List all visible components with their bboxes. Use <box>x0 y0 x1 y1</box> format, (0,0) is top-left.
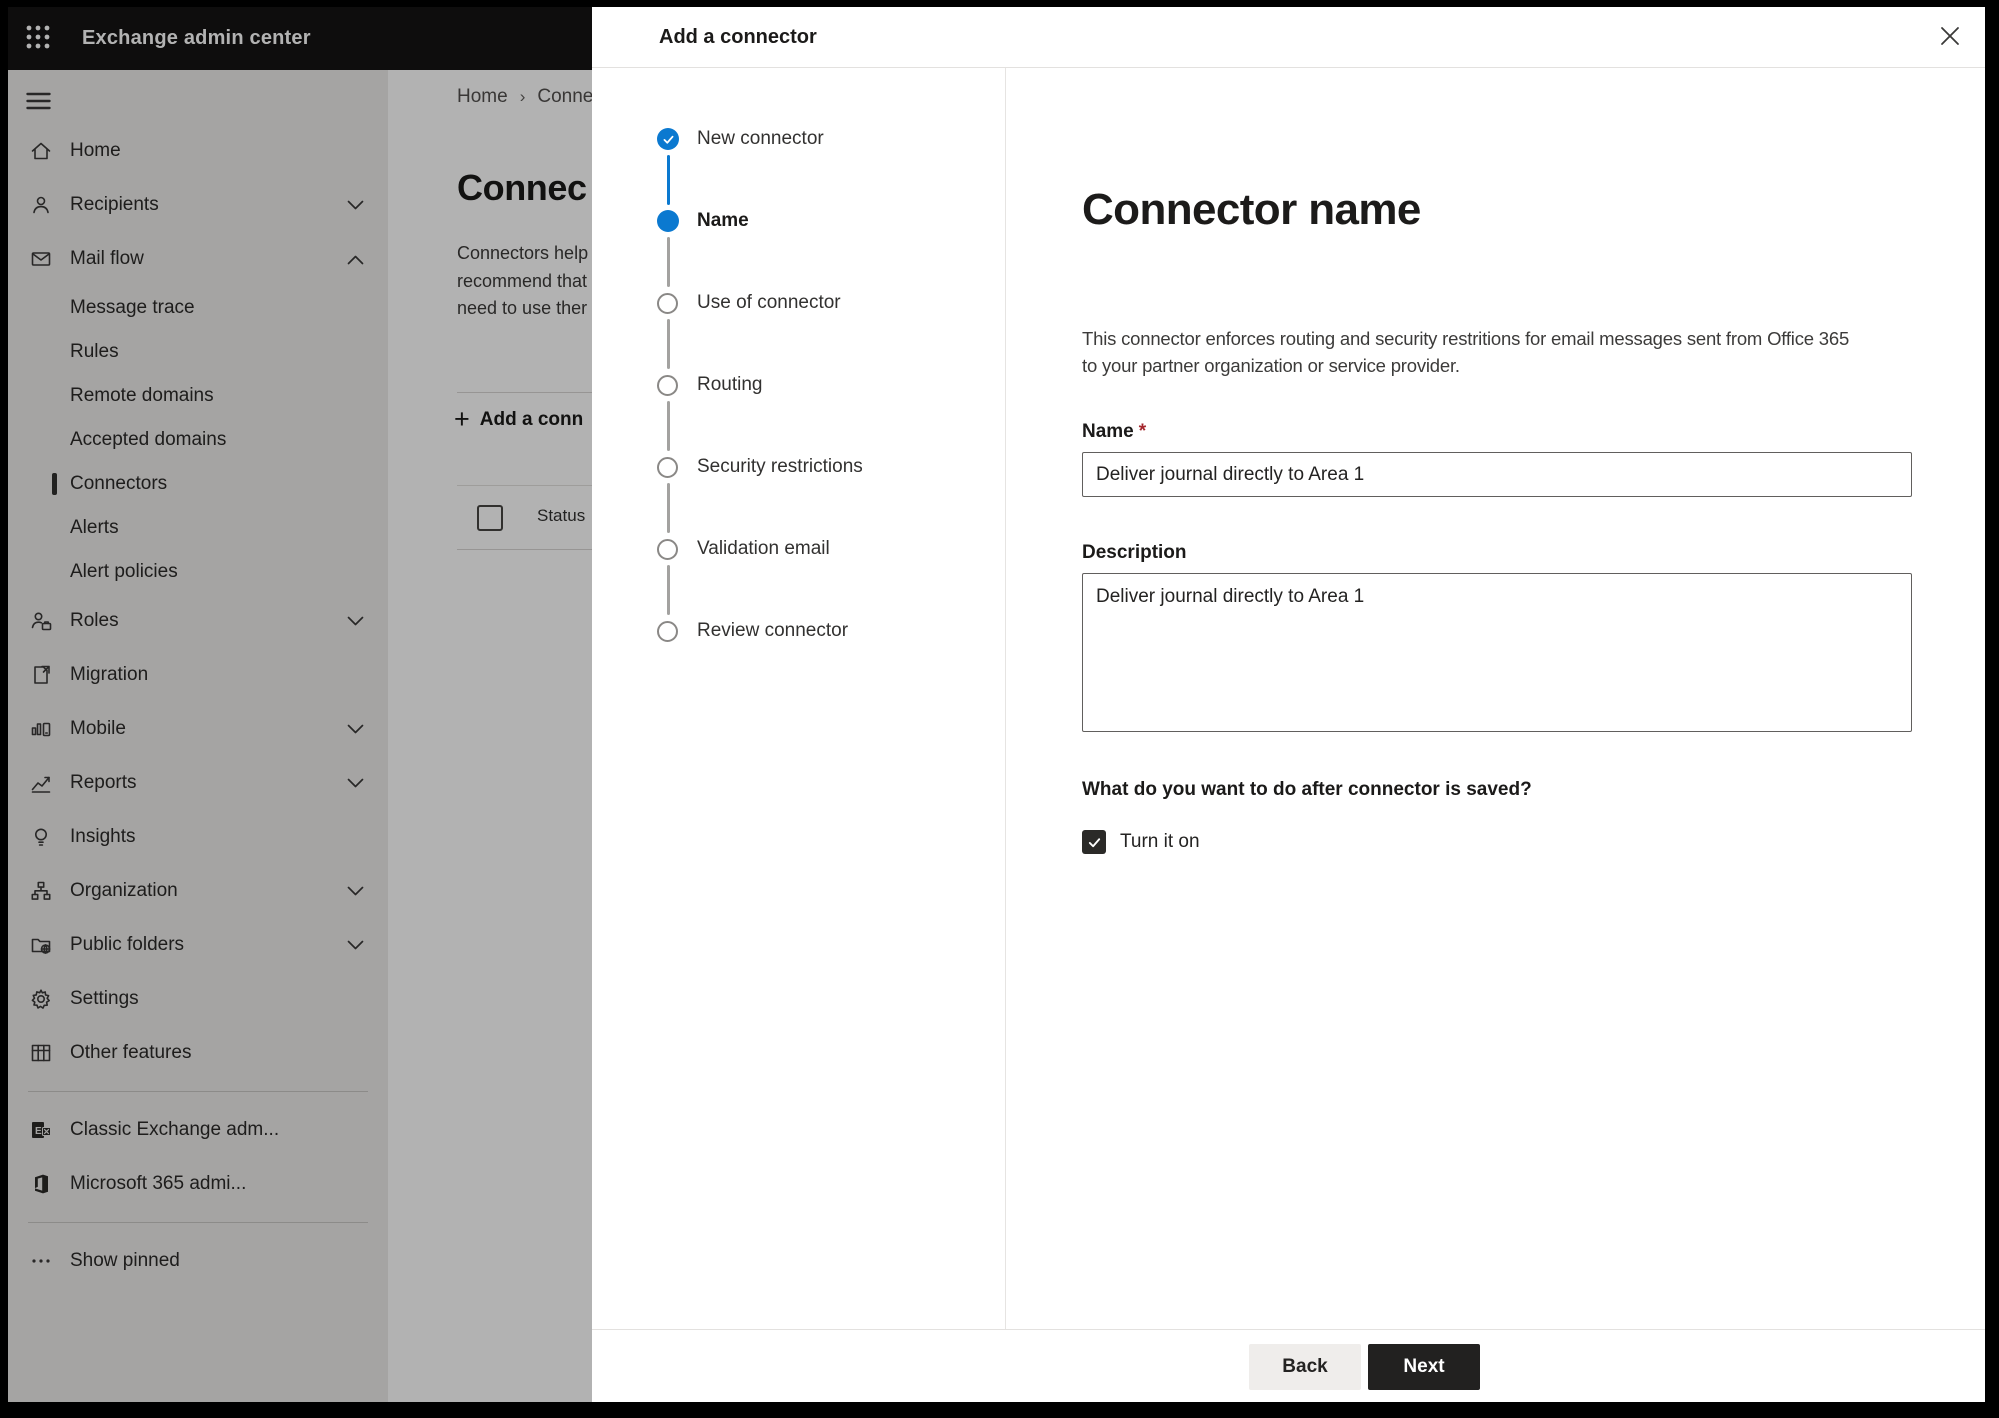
app-window: Exchange admin center Home Recipients Mail… <box>8 7 1985 1402</box>
step-connector-line <box>667 237 670 287</box>
close-icon <box>1939 25 1961 50</box>
step-label: New connector <box>697 128 824 149</box>
step-label: Name <box>697 210 749 231</box>
step-connector-line <box>667 155 670 205</box>
step-heading: Connector name <box>1082 185 1421 234</box>
step-connector-line <box>667 319 670 369</box>
step-upcoming-icon <box>657 292 678 314</box>
wizard-step-use-of-connector: Use of connector <box>592 283 841 323</box>
wizard-step-new-connector: New connector <box>592 119 824 159</box>
close-button[interactable] <box>1931 18 1969 56</box>
step-upcoming-icon <box>657 538 678 560</box>
step-label: Use of connector <box>697 292 841 313</box>
description-field-label: Description <box>1082 542 1187 563</box>
next-button[interactable]: Next <box>1368 1344 1480 1390</box>
step-description: This connector enforces routing and secu… <box>1082 328 1850 376</box>
add-connector-dialog: Add a connector New connector Name Use of … <box>592 7 1985 1402</box>
dialog-header: Add a connector <box>592 7 1985 68</box>
step-label: Review connector <box>697 620 849 641</box>
step-label: Routing <box>697 374 763 395</box>
wizard-step-routing: Routing <box>592 365 763 405</box>
checked-checkbox-icon[interactable] <box>1082 830 1106 854</box>
after-save-question: What do you want to do after connector i… <box>1082 779 1532 800</box>
turn-it-on-checkbox-row[interactable]: Turn it on <box>1082 830 1925 854</box>
back-button[interactable]: Back <box>1249 1344 1361 1390</box>
step-content-panel: Connector name This connector enforces r… <box>1006 68 1985 1329</box>
wizard-step-name: Name <box>592 201 749 241</box>
step-upcoming-icon <box>657 374 678 396</box>
step-connector-line <box>667 483 670 533</box>
step-label: Security restrictions <box>697 456 863 477</box>
turn-it-on-label: Turn it on <box>1120 831 1200 852</box>
step-current-icon <box>657 210 679 232</box>
wizard-steps: New connector Name Use of connector Routing… <box>592 68 1006 1329</box>
wizard-step-validation-email: Validation email <box>592 529 830 569</box>
required-asterisk: * <box>1138 421 1147 442</box>
name-field-label: Name * <box>1082 421 1147 442</box>
step-connector-line <box>667 565 670 615</box>
wizard-step-review-connector: Review connector <box>592 611 848 651</box>
connector-name-input[interactable] <box>1082 452 1912 497</box>
wizard-step-security-restrictions: Security restrictions <box>592 447 863 487</box>
dialog-body: New connector Name Use of connector Routing… <box>592 68 1985 1329</box>
step-connector-line <box>667 401 670 451</box>
dialog-footer: Back Next <box>592 1329 1985 1402</box>
step-completed-icon <box>657 128 679 150</box>
step-upcoming-icon <box>657 620 678 642</box>
step-label: Validation email <box>697 538 830 559</box>
dialog-title: Add a connector <box>659 25 817 48</box>
connector-description-textarea[interactable]: Deliver journal directly to Area 1 <box>1082 573 1912 732</box>
step-upcoming-icon <box>657 456 678 478</box>
